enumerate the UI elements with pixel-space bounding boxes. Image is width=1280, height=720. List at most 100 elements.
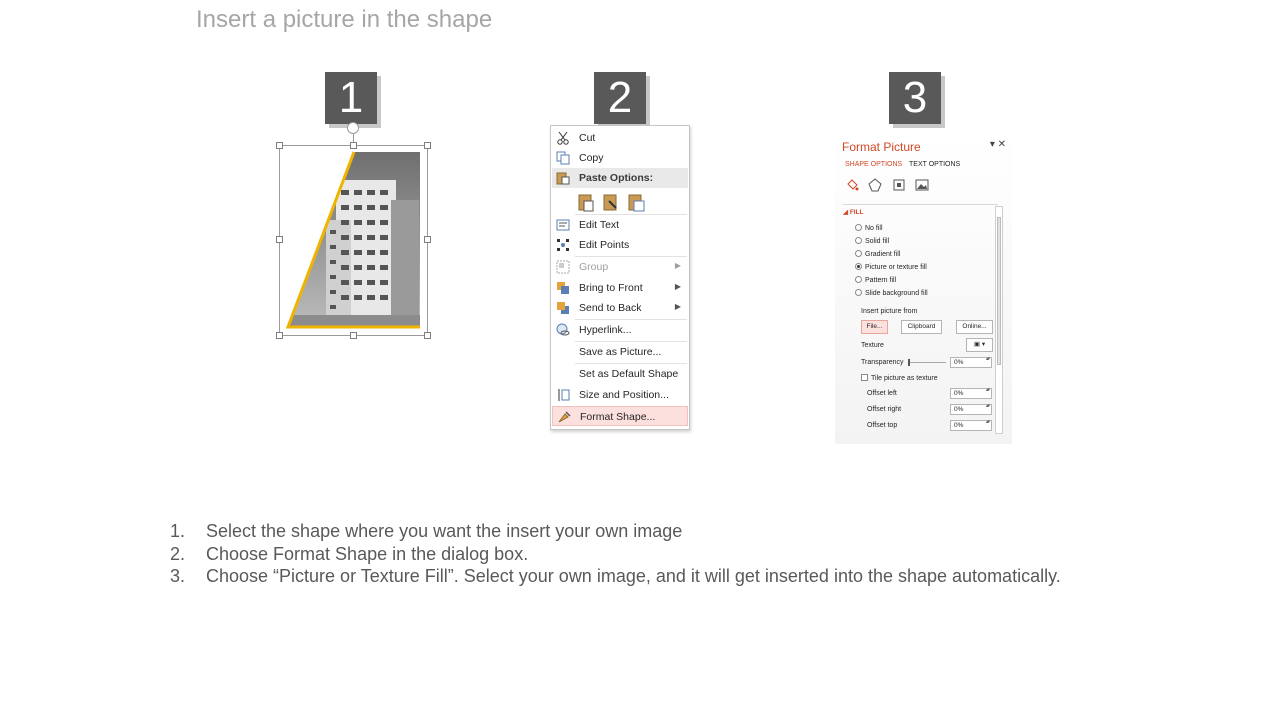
menu-item-label: Paste Options:: [579, 172, 654, 184]
step-badge-2: 2: [594, 72, 646, 124]
offset-top-label: Offset top: [867, 422, 898, 429]
submenu-arrow-icon: ▶: [674, 261, 681, 270]
step-badge-1: 1: [325, 72, 377, 124]
texture-dropdown[interactable]: ▣ ▾: [966, 338, 993, 352]
pane-scrollbar[interactable]: [995, 206, 1003, 434]
transparency-slider[interactable]: [908, 362, 946, 363]
instruction-item: 1. Select the shape where you want the in…: [170, 521, 1061, 544]
menu-item-label: Format Shape...: [580, 411, 656, 423]
submenu-arrow-icon: ▶: [674, 282, 681, 291]
radio-label: Gradient fill: [865, 251, 901, 258]
menu-item-edit-text[interactable]: Edit Text: [552, 215, 688, 235]
group-icon: [556, 260, 570, 274]
online-button[interactable]: Online...: [956, 320, 993, 334]
radio-dot: [855, 224, 862, 231]
tab-text-options[interactable]: TEXT OPTIONS: [909, 161, 960, 168]
copy-icon: [556, 151, 570, 165]
fill-section-header[interactable]: ◢ FILL: [843, 208, 864, 216]
menu-item-label: Bring to Front: [579, 282, 643, 294]
paste-option-icons[interactable]: [577, 192, 657, 214]
radio-dot: [855, 250, 862, 257]
offset-left-spinner[interactable]: 0%: [950, 388, 992, 399]
radio-label: Slide background fill: [865, 290, 928, 297]
menu-item-format-shape[interactable]: Format Shape...: [552, 406, 688, 426]
menu-item-label: Group: [579, 261, 609, 273]
fill-line-icon[interactable]: [845, 178, 859, 192]
radio-slide-background-fill[interactable]: Slide background fill: [855, 289, 928, 297]
resize-handle-ne[interactable]: [424, 142, 431, 149]
scrollbar-thumb[interactable]: [997, 217, 1001, 365]
transparency-spinner[interactable]: 0%: [950, 357, 992, 368]
fill-section-label: FILL: [849, 209, 864, 216]
tab-shape-options[interactable]: SHAPE OPTIONS: [845, 161, 902, 168]
insert-picture-from-label: Insert picture from: [861, 308, 918, 315]
radio-label: Picture or texture fill: [865, 264, 927, 271]
radio-label: Solid fill: [865, 238, 890, 245]
instruction-text: Choose “Picture or Texture Fill”. Select…: [206, 566, 1061, 586]
resize-handle-e[interactable]: [424, 236, 431, 243]
scissors-icon: [557, 131, 569, 145]
slide-title: Insert a picture in the shape: [196, 6, 493, 33]
offset-right-label: Offset right: [867, 406, 902, 413]
resize-handle-nw[interactable]: [276, 142, 283, 149]
menu-item-save-as-picture[interactable]: Save as Picture...: [552, 342, 688, 362]
menu-item-size-position[interactable]: Size and Position...: [552, 385, 688, 405]
transparency-slider-thumb[interactable]: [908, 359, 910, 366]
radio-gradient-fill[interactable]: Gradient fill: [855, 250, 900, 258]
selected-shape[interactable]: [276, 120, 432, 340]
resize-handle-w[interactable]: [276, 236, 283, 243]
menu-item-group[interactable]: Group ▶: [552, 257, 688, 277]
resize-handle-n[interactable]: [350, 142, 357, 149]
texture-label: Texture: [861, 342, 884, 349]
bring-to-front-icon: [557, 282, 569, 294]
send-to-back-icon: [557, 302, 569, 314]
hyperlink-icon: [556, 323, 570, 336]
menu-item-label: Size and Position...: [579, 389, 669, 401]
picture-icon[interactable]: [915, 178, 929, 192]
instruction-list: 1. Select the shape where you want the in…: [170, 521, 1061, 589]
menu-item-bring-to-front[interactable]: Bring to Front ▶: [552, 278, 688, 298]
rotate-handle[interactable]: [347, 122, 359, 134]
menu-item-copy[interactable]: Copy: [552, 148, 688, 168]
menu-item-label: Send to Back: [579, 302, 642, 314]
file-button[interactable]: File...: [861, 320, 888, 334]
instruction-item: 2. Choose Format Shape in the dialog box.: [170, 544, 1061, 567]
menu-item-edit-points[interactable]: Edit Points: [552, 235, 688, 255]
paste-icon: [556, 172, 570, 185]
radio-picture-texture-fill[interactable]: Picture or texture fill: [855, 263, 927, 271]
clipboard-button[interactable]: Clipboard: [901, 320, 942, 334]
resize-handle-s[interactable]: [350, 332, 357, 339]
offset-right-spinner[interactable]: 0%: [950, 404, 992, 415]
menu-item-label: Copy: [579, 152, 604, 164]
instruction-number: 1.: [170, 521, 186, 541]
radio-pattern-fill[interactable]: Pattern fill: [855, 276, 896, 284]
format-picture-pane: Format Picture ▾ ✕ SHAPE OPTIONS TEXT OP…: [835, 134, 1012, 444]
edit-points-icon: [557, 239, 569, 251]
menu-item-set-default-shape[interactable]: Set as Default Shape: [552, 364, 688, 384]
tile-checkbox[interactable]: Tile picture as texture: [861, 374, 938, 382]
pane-close-icon[interactable]: ▾ ✕: [990, 139, 1006, 150]
menu-item-hyperlink[interactable]: Hyperlink...: [552, 320, 688, 340]
step-badge-3: 3: [889, 72, 941, 124]
menu-item-label: Edit Points: [579, 239, 630, 251]
radio-solid-fill[interactable]: Solid fill: [855, 237, 889, 245]
offset-top-spinner[interactable]: 0%: [950, 420, 992, 431]
menu-item-send-to-back[interactable]: Send to Back ▶: [552, 298, 688, 318]
edit-text-icon: [556, 219, 570, 231]
resize-handle-sw[interactable]: [276, 332, 283, 339]
instruction-number: 2.: [170, 543, 186, 564]
offset-left-label: Offset left: [867, 390, 897, 397]
effects-icon[interactable]: [868, 178, 882, 192]
menu-item-label: Edit Text: [579, 219, 620, 231]
instruction-item: 3. Choose “Picture or Texture Fill”. Sele…: [170, 566, 1061, 589]
menu-item-label: Hyperlink...: [579, 324, 632, 336]
radio-label: Pattern fill: [865, 277, 897, 284]
radio-no-fill[interactable]: No fill: [855, 224, 883, 232]
resize-handle-se[interactable]: [424, 332, 431, 339]
menu-item-cut[interactable]: Cut: [552, 128, 688, 148]
building-picture: [286, 151, 420, 329]
size-properties-icon[interactable]: [892, 178, 906, 192]
submenu-arrow-icon: ▶: [674, 302, 681, 311]
pane-title: Format Picture: [842, 140, 921, 154]
radio-dot: [855, 276, 862, 283]
